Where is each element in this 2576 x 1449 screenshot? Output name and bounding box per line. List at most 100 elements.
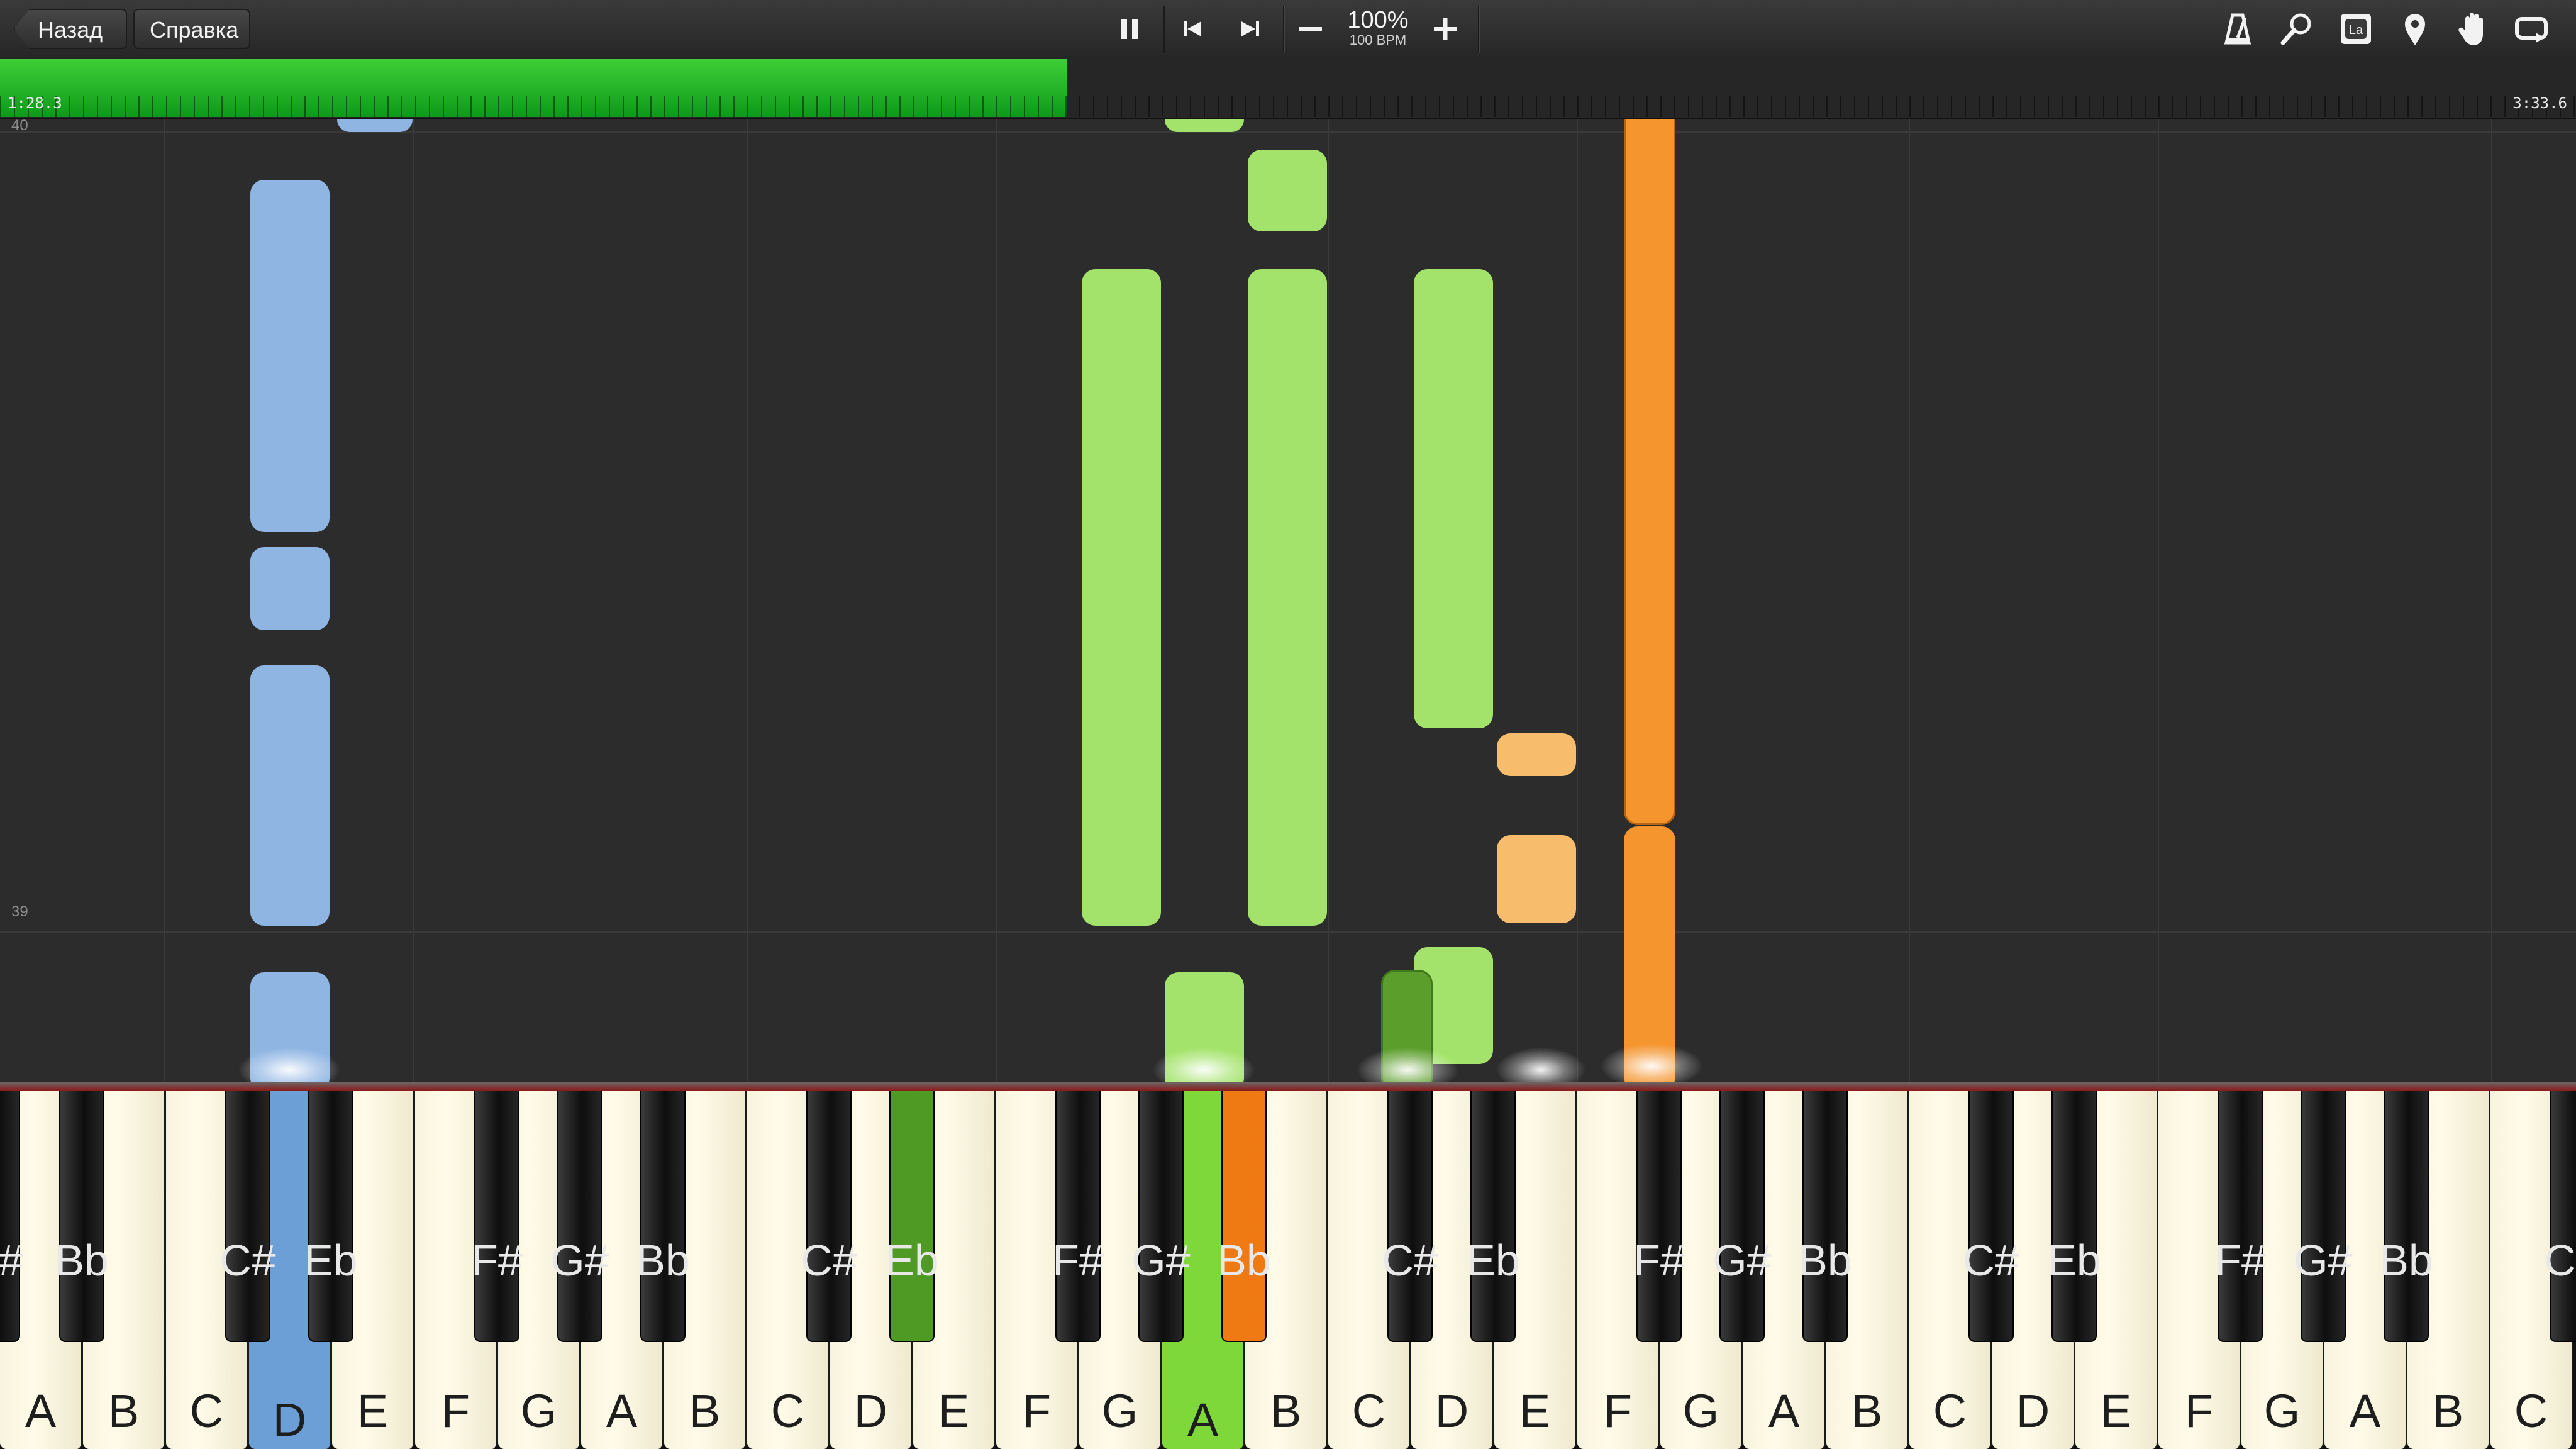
- key-label: E: [1519, 1385, 1551, 1437]
- toolbar-separator: [1163, 6, 1165, 53]
- key-label: F: [1603, 1385, 1633, 1437]
- key-label: G#: [1131, 1236, 1191, 1285]
- piano-key-f-sharp[interactable]: F#: [471, 1087, 523, 1342]
- key-label: D: [2016, 1385, 2050, 1437]
- piano-key-f-sharp[interactable]: F#: [1052, 1087, 1104, 1342]
- key-label: A: [1187, 1394, 1219, 1446]
- pause-icon[interactable]: [1109, 9, 1150, 49]
- key-label: Bb: [636, 1236, 690, 1285]
- key-label: G#: [550, 1236, 609, 1285]
- piano-key-c-sharp[interactable]: C#: [801, 1087, 857, 1342]
- piano-key-g-sharp[interactable]: G#: [1131, 1087, 1191, 1342]
- tempo-display: 100% 100 BPM: [1343, 8, 1413, 48]
- piano-key-bb[interactable]: Bb: [636, 1087, 690, 1342]
- piano-keyboard: ABCDEFGABCDEFGABCDEFGABCDEFGABCF#BbC#EbF…: [0, 1082, 2576, 1449]
- back-button[interactable]: Назад: [14, 9, 127, 49]
- key-labels-icon[interactable]: La: [2336, 9, 2376, 49]
- note-block-orange: [1624, 119, 1675, 825]
- key-label: Eb: [1466, 1236, 1520, 1285]
- key-label: C#: [801, 1236, 857, 1285]
- key-label: F#: [1633, 1236, 1685, 1285]
- key-label: C: [770, 1385, 805, 1437]
- toolbar-separator: [1478, 6, 1479, 53]
- key-label: C: [1352, 1385, 1386, 1437]
- key-label: G: [1101, 1385, 1138, 1437]
- key-label: F#: [471, 1236, 523, 1285]
- key-label: Bb: [2379, 1236, 2433, 1285]
- key-label: B: [1270, 1385, 1302, 1437]
- key-label: E: [938, 1385, 970, 1437]
- key-label: F: [441, 1385, 470, 1437]
- key-label: Bb: [55, 1236, 109, 1285]
- key-label: G#: [2294, 1236, 2353, 1285]
- note-block-blue: [250, 547, 330, 630]
- key-label: D: [1435, 1385, 1469, 1437]
- key-label: F#: [1052, 1236, 1104, 1285]
- measure-number: 40: [11, 119, 28, 134]
- metronome-icon[interactable]: [2218, 9, 2258, 49]
- note-block-blue: [250, 180, 330, 532]
- piano-roll: 40 39: [0, 119, 2576, 1082]
- piano-key-c-sharp[interactable]: C#: [219, 1087, 276, 1342]
- note-block-green: [1082, 269, 1161, 926]
- skip-forward-icon[interactable]: [1230, 9, 1270, 49]
- key-label: G: [1682, 1385, 1719, 1437]
- skip-back-icon[interactable]: [1172, 9, 1213, 49]
- tempo-bpm: 100 BPM: [1349, 32, 1407, 48]
- note-block-green: [1248, 269, 1327, 926]
- magnifier-icon[interactable]: [2277, 9, 2317, 49]
- note-block-light-orange: [1497, 835, 1576, 923]
- piano-key-f-sharp[interactable]: F#: [1633, 1087, 1685, 1342]
- piano-key-g-sharp[interactable]: G#: [2294, 1087, 2353, 1342]
- note-block-green: [1165, 119, 1244, 132]
- piano-key-bb[interactable]: Bb: [1217, 1087, 1271, 1342]
- key-label: B: [2432, 1385, 2464, 1437]
- key-label: A: [25, 1385, 57, 1437]
- total-time: 3:33.6: [2512, 94, 2567, 112]
- piano-key-f-sharp[interactable]: F#: [0, 1087, 23, 1342]
- toolbar-separator: [1283, 6, 1284, 53]
- key-label: E: [2100, 1385, 2132, 1437]
- piano-key-eb[interactable]: Eb: [2047, 1087, 2101, 1342]
- note-block-blue: [250, 665, 330, 926]
- piano-key-g-sharp[interactable]: G#: [550, 1087, 609, 1342]
- location-pin-icon[interactable]: [2395, 9, 2435, 49]
- piano-key-c-sharp[interactable]: C#: [2544, 1087, 2576, 1342]
- progress-ticks: [0, 96, 2576, 117]
- piano-key-bb[interactable]: Bb: [1798, 1087, 1852, 1342]
- piano-key-bb[interactable]: Bb: [55, 1087, 109, 1342]
- hand-icon[interactable]: [2453, 9, 2493, 49]
- key-label: B: [1851, 1385, 1883, 1437]
- key-label: B: [689, 1385, 721, 1437]
- key-label: Eb: [2047, 1236, 2101, 1285]
- key-label: A: [2349, 1385, 2381, 1437]
- note-block-blue: [337, 119, 413, 132]
- loop-icon[interactable]: [2512, 9, 2552, 49]
- key-label: F#: [2214, 1236, 2266, 1285]
- piano-key-c-sharp[interactable]: C#: [1963, 1087, 2019, 1342]
- minus-icon[interactable]: [1291, 9, 1331, 49]
- key-label: D: [853, 1385, 888, 1437]
- key-label: C#: [1963, 1236, 2019, 1285]
- plus-icon[interactable]: [1425, 9, 1465, 49]
- piano-key-eb[interactable]: Eb: [304, 1087, 358, 1342]
- key-label: Eb: [885, 1236, 939, 1285]
- piano-key-eb[interactable]: Eb: [1466, 1087, 1520, 1342]
- piano-key-f-sharp[interactable]: F#: [2214, 1087, 2266, 1342]
- current-time: 1:28.3: [8, 94, 62, 112]
- measure-number: 39: [11, 903, 28, 920]
- key-label: F: [1022, 1385, 1052, 1437]
- piano-key-eb[interactable]: Eb: [885, 1087, 939, 1342]
- piano-key-g-sharp[interactable]: G#: [1713, 1087, 1772, 1342]
- piano-key-bb[interactable]: Bb: [2379, 1087, 2433, 1342]
- keyboard-rim: [0, 1082, 2576, 1091]
- song-progress-bar[interactable]: [0, 59, 2576, 119]
- piano-key-c-sharp[interactable]: C#: [1382, 1087, 1438, 1342]
- key-label: C#: [1382, 1236, 1438, 1285]
- tempo-percent: 100%: [1347, 7, 1409, 33]
- key-label: C: [2514, 1385, 2548, 1437]
- key-label: C#: [2544, 1236, 2576, 1285]
- key-label: G: [520, 1385, 557, 1437]
- key-label: A: [1768, 1385, 1800, 1437]
- help-button[interactable]: Справка: [133, 9, 250, 49]
